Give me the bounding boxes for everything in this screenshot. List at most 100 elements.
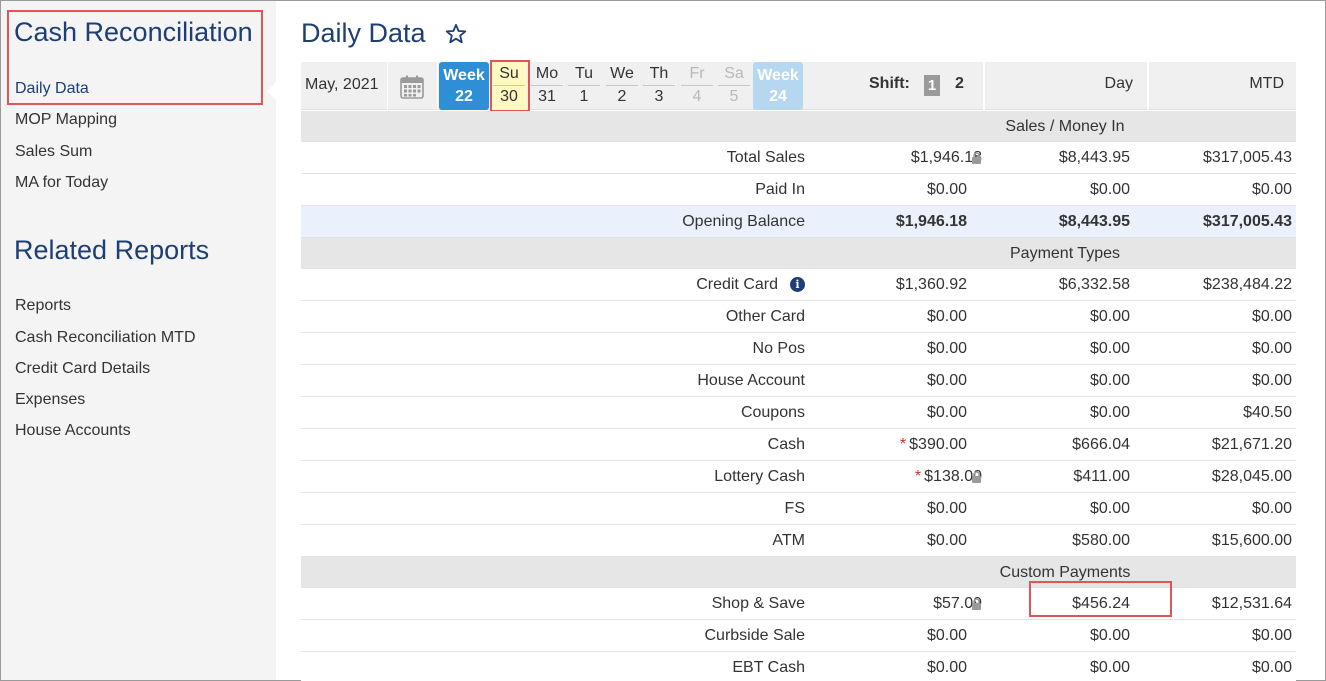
sidebar-item-mop-mapping[interactable]: MOP Mapping — [15, 111, 117, 129]
sidebar-item-sales-sum[interactable]: Sales Sum — [15, 143, 92, 161]
row-label: Shop & Save — [711, 595, 805, 612]
mtd-value: $0.00 — [1251, 500, 1292, 517]
month-label: May, 2021 — [305, 76, 379, 93]
section-header-payment-types: Payment Types — [301, 238, 1296, 269]
row-label: ATM — [772, 532, 805, 549]
day-date: 1 — [579, 88, 589, 105]
page-title: Daily Data — [301, 18, 426, 48]
highlight-box-selected-day — [490, 60, 530, 112]
day-value: $0.00 — [1089, 372, 1130, 389]
info-icon[interactable]: i — [790, 277, 805, 292]
sidebar-item-ma-for-today[interactable]: MA for Today — [15, 174, 108, 192]
shift-value: $0.00 — [926, 659, 967, 676]
table-row-ebt-cash: EBT Cash $0.00 $0.00 $0.00 — [301, 652, 1296, 681]
shift-value: $0.00 — [926, 372, 967, 389]
required-asterisk: * — [914, 468, 922, 485]
section-header-sales: Sales / Money In — [301, 111, 1296, 142]
row-label: No Pos — [752, 340, 805, 357]
mtd-value: $40.50 — [1243, 404, 1292, 421]
table-row-coupons: Coupons $0.00 $0.00 $40.50 — [301, 397, 1296, 429]
date-toolbar: May, 2021 Week 22 Su 30 Mo 31 Tu 1 We 2 … — [301, 62, 1296, 110]
shift-2-button[interactable]: 2 — [955, 75, 964, 93]
mtd-value: $238,484.22 — [1203, 276, 1292, 293]
shift-amount: $390.00 — [909, 436, 967, 453]
day-date: 2 — [617, 88, 627, 105]
related-item-credit-card-details[interactable]: Credit Card Details — [15, 360, 150, 378]
next-week-number: 24 — [769, 88, 787, 105]
day-thursday[interactable]: Th 3 — [641, 62, 677, 110]
day-name: Tu — [568, 62, 600, 86]
table-row-curbside-sale: Curbside Sale $0.00 $0.00 $0.00 — [301, 620, 1296, 652]
row-label: Total Sales — [726, 149, 805, 166]
shift-1-button[interactable]: 1 — [924, 75, 940, 96]
required-asterisk: * — [899, 436, 907, 453]
day-value: $8,443.95 — [1058, 149, 1130, 166]
mtd-value: $317,005.43 — [1203, 213, 1292, 230]
day-date: 4 — [692, 88, 702, 105]
column-header-mtd: MTD — [1147, 62, 1296, 110]
table-row-no-pos: No Pos $0.00 $0.00 $0.00 — [301, 333, 1296, 365]
highlight-box-sidebar — [7, 10, 263, 105]
row-label: Curbside Sale — [704, 627, 806, 644]
shift-value: $0.00 — [926, 627, 967, 644]
shift-value: $0.00 — [926, 500, 967, 517]
table-row-opening-balance: Opening Balance $1,946.18 $8,443.95 $317… — [301, 206, 1296, 238]
lock-icon — [972, 152, 981, 164]
day-value: $6,332.58 — [1058, 276, 1130, 293]
related-reports-title: Related Reports — [14, 235, 210, 265]
related-item-expenses[interactable]: Expenses — [15, 391, 85, 409]
shift-value: $1,946.18 — [895, 213, 967, 230]
shift-value[interactable]: * $390.00 — [900, 429, 967, 460]
row-label: Cash — [767, 436, 805, 453]
prev-week-button[interactable]: Week 22 — [439, 62, 489, 110]
mtd-value: $21,671.20 — [1211, 436, 1292, 453]
prev-week-number: 22 — [455, 88, 473, 105]
shift-value: $0.00 — [926, 181, 967, 198]
row-label: Other Card — [725, 308, 805, 325]
shift-value: $1,360.92 — [895, 276, 967, 293]
related-item-reports[interactable]: Reports — [15, 297, 71, 315]
shift-value: $0.00 — [926, 404, 967, 421]
prev-week-label: Week — [443, 67, 485, 84]
related-item-house-accounts[interactable]: House Accounts — [15, 422, 131, 440]
next-week-button[interactable]: Week 24 — [753, 62, 803, 110]
day-date: 3 — [654, 88, 664, 105]
table-row-other-card: Other Card $0.00 $0.00 $0.00 — [301, 301, 1296, 333]
day-value: $8,443.95 — [1058, 213, 1130, 230]
day-tuesday[interactable]: Tu 1 — [566, 62, 602, 110]
mtd-value: $0.00 — [1251, 372, 1292, 389]
lock-icon — [972, 471, 981, 483]
row-label: Opening Balance — [682, 213, 805, 230]
shift-value: $0.00 — [926, 308, 967, 325]
mtd-value: $317,005.43 — [1203, 149, 1292, 166]
day-value: $0.00 — [1089, 181, 1130, 198]
related-item-cash-reconciliation-mtd[interactable]: Cash Reconciliation MTD — [15, 329, 196, 347]
day-saturday: Sa 5 — [716, 62, 752, 110]
day-value: $0.00 — [1089, 500, 1130, 517]
column-header-day: Day — [983, 62, 1147, 110]
day-value: $0.00 — [1089, 308, 1130, 325]
table-row-total-sales: Total Sales $1,946.18 $8,443.95 $317,005… — [301, 142, 1296, 174]
lock-icon — [972, 598, 981, 610]
row-label: Coupons — [740, 404, 805, 421]
day-value: $0.00 — [1089, 340, 1130, 357]
day-name: Mo — [531, 62, 563, 86]
calendar-icon[interactable] — [399, 74, 425, 100]
star-outline-icon[interactable] — [444, 22, 468, 46]
day-date: 5 — [729, 88, 739, 105]
day-value: $411.00 — [1073, 468, 1130, 485]
mtd-value: $0.00 — [1251, 181, 1292, 198]
day-wednesday[interactable]: We 2 — [604, 62, 640, 110]
row-label: Credit Card i — [696, 269, 805, 300]
table-row-atm: ATM $0.00 $580.00 $15,600.00 — [301, 525, 1296, 557]
day-monday[interactable]: Mo 31 — [529, 62, 565, 110]
row-label: Paid In — [755, 181, 805, 198]
day-value: $0.00 — [1089, 659, 1130, 676]
row-label: EBT Cash — [732, 659, 805, 676]
day-value: $666.04 — [1072, 436, 1130, 453]
mtd-value: $0.00 — [1251, 627, 1292, 644]
mtd-value: $28,045.00 — [1211, 468, 1292, 485]
mtd-value: $0.00 — [1251, 659, 1292, 676]
table-row-lottery-cash: Lottery Cash * $138.00 $411.00 $28,045.00 — [301, 461, 1296, 493]
toolbar-separator — [387, 62, 388, 110]
